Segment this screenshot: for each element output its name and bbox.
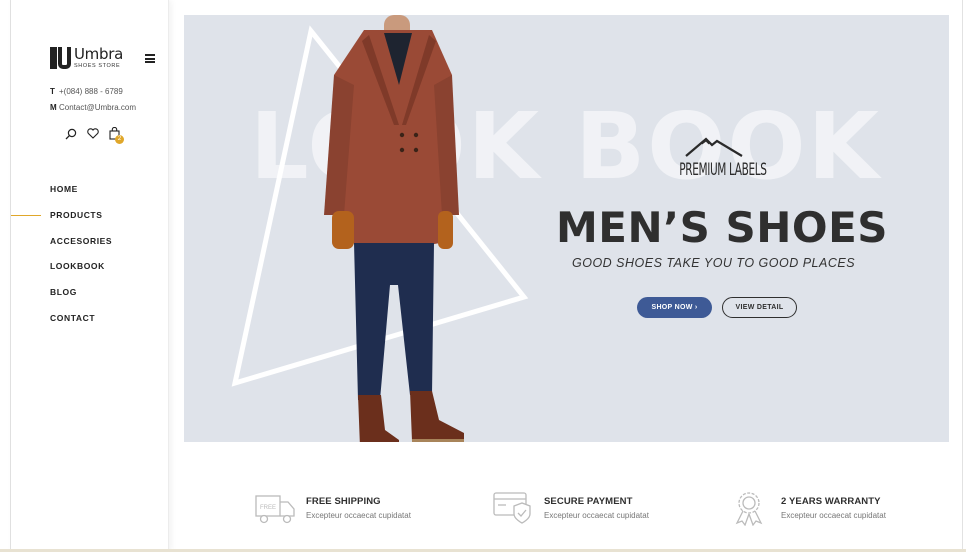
truck-icon: FREE xyxy=(255,495,295,524)
nav-item-accesories[interactable]: ACCESORIES xyxy=(11,235,169,261)
hero-banner: LOOK BOOK PREMIUM LABELS MEN’S SHOES GOO… xyxy=(184,15,949,442)
view-detail-button[interactable]: VIEW DETAIL xyxy=(722,297,797,318)
phone-number: +(084) 888 - 6789 xyxy=(59,87,123,96)
feature-secure-payment: SECURE PAYMENT Excepteur occaecat cupida… xyxy=(492,490,649,526)
contact-phone: T +(084) 888 - 6789 xyxy=(50,87,123,96)
email-key: M xyxy=(50,103,57,112)
phone-key: T xyxy=(50,87,55,96)
brand-subtitle: SHOES STORE xyxy=(74,63,121,69)
sidebar: Umbra SHOES STORE T +(084) 888 - 6789 M … xyxy=(11,0,169,552)
shopping-bag-icon[interactable]: 2 xyxy=(109,127,124,144)
search-icon[interactable] xyxy=(65,128,77,140)
nav-item-lookbook[interactable]: LOOKBOOK xyxy=(11,260,169,286)
heart-icon[interactable] xyxy=(87,128,99,139)
shop-now-button[interactable]: SHOP NOW › xyxy=(637,297,712,318)
feature-warranty: 2 YEARS WARRANTY Excepteur occaecat cupi… xyxy=(729,490,886,526)
contact-email: M Contact@Umbra.com xyxy=(50,103,136,112)
brand-name: Umbra xyxy=(74,45,123,63)
nav-item-products[interactable]: PRODUCTS xyxy=(11,209,169,235)
premium-labels-badge: PREMIUM LABELS xyxy=(658,136,770,180)
feature-desc: Excepteur occaecat cupidatat xyxy=(781,511,886,520)
hero-headline: MEN’S SHOES xyxy=(556,203,889,252)
premium-labels-text: PREMIUM LABELS xyxy=(679,160,767,180)
feature-title: SECURE PAYMENT xyxy=(544,496,633,507)
feature-free-shipping: FREE FREE SHIPPING Excepteur occaecat cu… xyxy=(254,490,411,526)
hero-tagline: GOOD SHOES TAKE YOU TO GOOD PLACES xyxy=(572,256,856,270)
main-nav: HOME PRODUCTS ACCESORIES LOOKBOOK BLOG C… xyxy=(11,183,169,338)
nav-item-home[interactable]: HOME xyxy=(11,183,169,209)
feature-desc: Excepteur occaecat cupidatat xyxy=(306,511,411,520)
cart-count-badge: 2 xyxy=(115,135,124,144)
feature-title: FREE SHIPPING xyxy=(306,496,381,507)
menu-toggle-icon[interactable] xyxy=(145,54,155,63)
logo-mark-icon xyxy=(50,47,71,69)
brand-logo[interactable]: Umbra SHOES STORE xyxy=(50,47,123,70)
header-icons: 2 xyxy=(65,127,124,144)
award-ribbon-icon xyxy=(735,492,763,526)
mountain-icon xyxy=(685,137,743,157)
nav-item-contact[interactable]: CONTACT xyxy=(11,312,169,338)
credit-card-shield-icon xyxy=(493,492,531,524)
nav-item-blog[interactable]: BLOG xyxy=(11,286,169,312)
feature-title: 2 YEARS WARRANTY xyxy=(781,496,881,507)
email-address[interactable]: Contact@Umbra.com xyxy=(59,103,136,112)
feature-desc: Excepteur occaecat cupidatat xyxy=(544,511,649,520)
truck-icon-label: FREE xyxy=(260,505,276,511)
page-edge-right xyxy=(962,0,963,552)
